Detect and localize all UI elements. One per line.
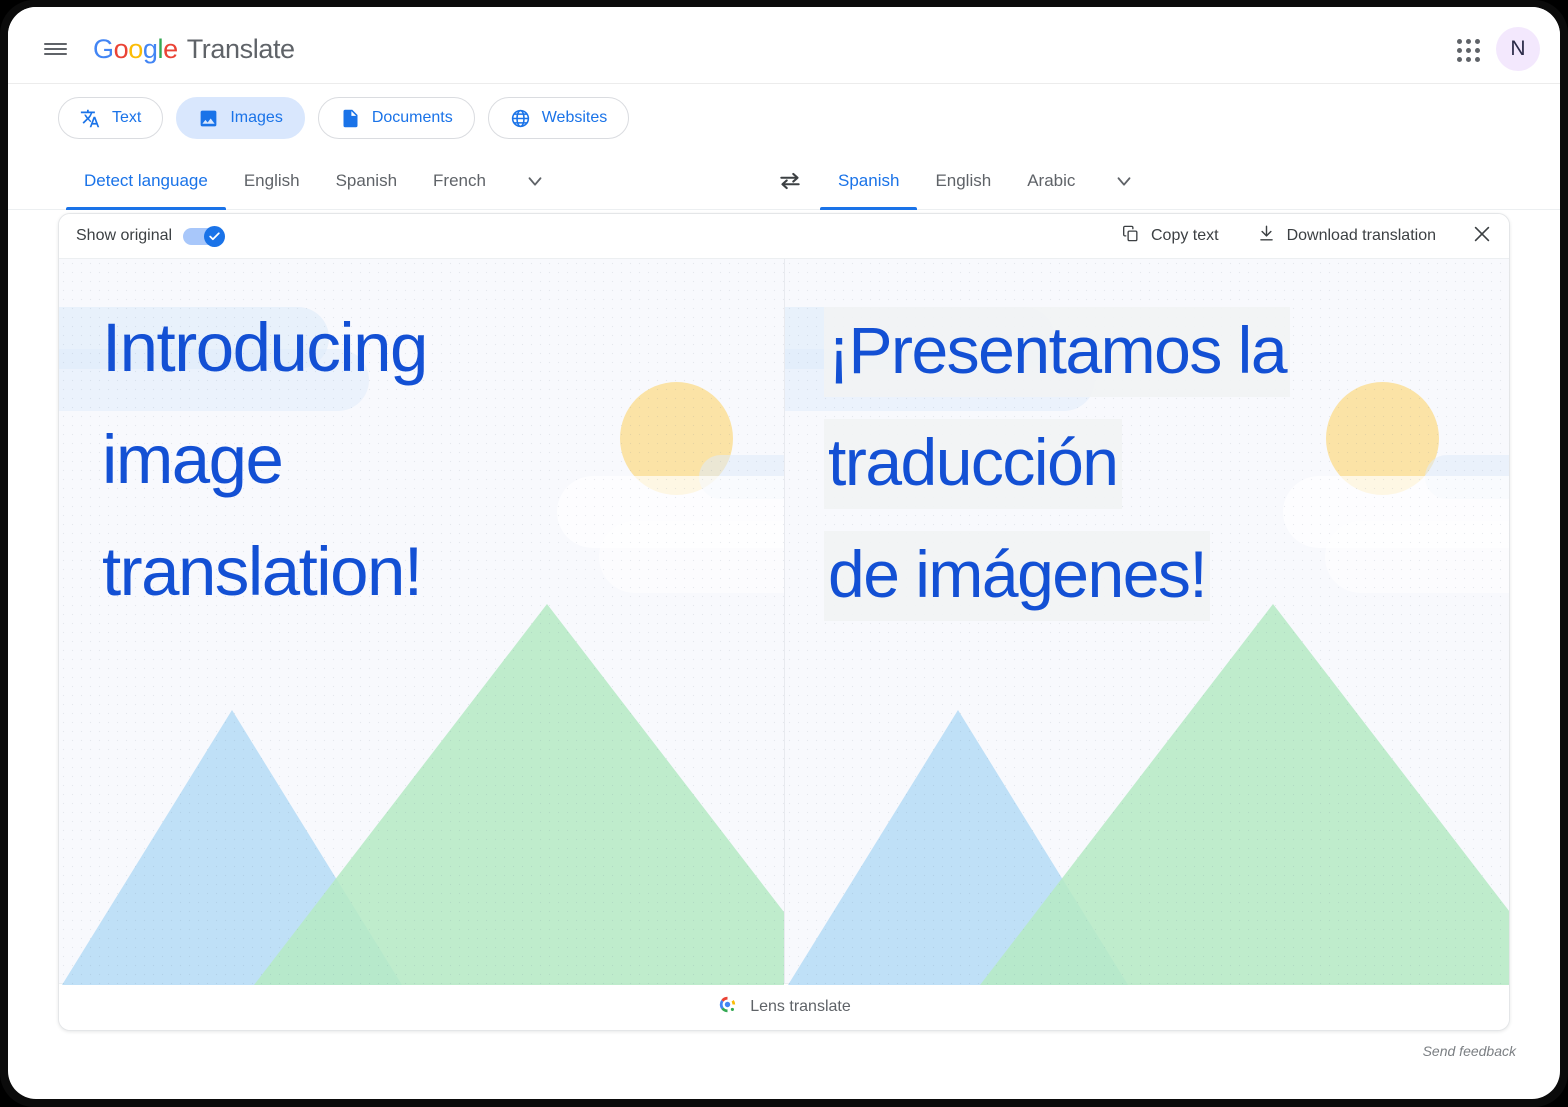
close-icon xyxy=(1471,223,1493,250)
target-more-languages-chevron-down-icon[interactable] xyxy=(1093,152,1155,210)
swap-languages-icon[interactable] xyxy=(770,165,810,197)
lens-translate-button[interactable]: Lens translate xyxy=(59,983,1509,1030)
translation-result-card: Show original Copy text Download transla… xyxy=(58,213,1510,1031)
tab-documents[interactable]: Documents xyxy=(317,97,475,139)
brand-logo[interactable]: Go o g l e Translate xyxy=(93,29,295,69)
tab-websites[interactable]: Websites xyxy=(487,97,630,139)
switch-knob xyxy=(204,226,226,247)
logo-letter-o1: o xyxy=(113,33,129,64)
show-original-switch[interactable] xyxy=(183,226,226,247)
card-toolbar: Show original Copy text Download transla… xyxy=(59,214,1509,259)
menu-bar-2 xyxy=(43,48,67,50)
copy-text-label: Copy text xyxy=(1150,227,1219,244)
translated-image-panel[interactable]: ¡Presentamos la traducción de imágenes! xyxy=(784,259,1509,985)
tab-text-label: Text xyxy=(112,109,142,126)
download-translation-button[interactable]: Download translation xyxy=(1238,214,1455,258)
tab-text[interactable]: Text xyxy=(58,97,164,139)
translated-line-1: ¡Presentamos la xyxy=(824,294,1291,406)
lens-translate-label: Lens translate xyxy=(750,998,851,1015)
target-lang-spanish[interactable]: Spanish xyxy=(820,152,918,210)
image-icon xyxy=(198,108,219,129)
target-lang-arabic[interactable]: Arabic xyxy=(1009,152,1093,210)
tab-documents-label: Documents xyxy=(371,109,453,126)
menu-bar-3 xyxy=(43,53,67,55)
app-header: Go o g l e Translate N xyxy=(8,7,1560,84)
page-root: Go o g l e Translate N Text Images Docum… xyxy=(8,7,1560,1099)
menu-bar-1 xyxy=(43,43,67,45)
cloud-shape xyxy=(1325,521,1509,593)
original-line-2: image xyxy=(102,421,284,498)
tab-websites-label: Websites xyxy=(541,109,608,126)
language-bar: Detect language English Spanish French S… xyxy=(8,152,1560,210)
translated-line-2: traducción xyxy=(824,406,1290,518)
toolbar-actions: Copy text Download translation xyxy=(1102,214,1509,258)
tab-images[interactable]: Images xyxy=(176,97,305,139)
green-mountain xyxy=(980,604,1509,985)
product-name: Translate xyxy=(186,33,295,64)
original-line-1: Introducing xyxy=(102,309,428,386)
download-translation-label: Download translation xyxy=(1286,227,1436,244)
copy-icon xyxy=(1121,224,1140,248)
send-feedback-link[interactable]: Send feedback xyxy=(1423,1043,1516,1059)
target-lang-english[interactable]: English xyxy=(917,152,1009,210)
translated-line-3: de imágenes! xyxy=(824,518,1290,630)
source-more-languages-chevron-down-icon[interactable] xyxy=(504,152,566,210)
source-lang-french[interactable]: French xyxy=(415,152,504,210)
logo-letter-g: G xyxy=(93,33,114,64)
globe-icon xyxy=(510,108,531,129)
browser-frame: Go o g l e Translate N Text Images Docum… xyxy=(0,0,1568,1107)
logo-letter-o2: o xyxy=(128,33,143,64)
original-headline: Introducing image translation! xyxy=(102,292,428,628)
hamburger-menu-icon[interactable] xyxy=(35,29,75,69)
original-image-panel[interactable]: Introducing image translation! xyxy=(59,259,784,985)
copy-text-button[interactable]: Copy text xyxy=(1102,214,1238,258)
cloud-shape xyxy=(599,521,784,593)
source-lang-detect-language[interactable]: Detect language xyxy=(66,152,226,210)
source-language-group: Detect language English Spanish French xyxy=(66,152,566,210)
apps-grid-icon[interactable] xyxy=(1448,30,1488,70)
mode-tab-bar: Text Images Documents Websites xyxy=(8,84,1560,152)
green-mountain xyxy=(254,604,784,985)
close-button[interactable] xyxy=(1455,214,1509,258)
target-language-group: Spanish English Arabic xyxy=(820,152,1155,210)
translate-text-icon xyxy=(80,108,101,129)
check-icon xyxy=(209,232,220,241)
show-original-toggle[interactable]: Show original xyxy=(76,226,226,247)
image-panels: Introducing image translation! ¡Presenta… xyxy=(59,259,1509,985)
translated-headline: ¡Presentamos la traducción de imágenes! xyxy=(824,294,1291,630)
avatar[interactable]: N xyxy=(1496,27,1540,71)
logo-letter-g2: g xyxy=(142,33,158,64)
show-original-label: Show original xyxy=(76,227,173,244)
source-lang-spanish[interactable]: Spanish xyxy=(318,152,415,210)
source-lang-english[interactable]: English xyxy=(226,152,318,210)
download-icon xyxy=(1257,224,1276,248)
tab-images-label: Images xyxy=(230,109,283,126)
document-icon xyxy=(340,108,361,129)
google-lens-icon xyxy=(717,994,738,1020)
logo-letter-e: e xyxy=(163,33,178,64)
original-line-3: translation! xyxy=(102,533,423,610)
